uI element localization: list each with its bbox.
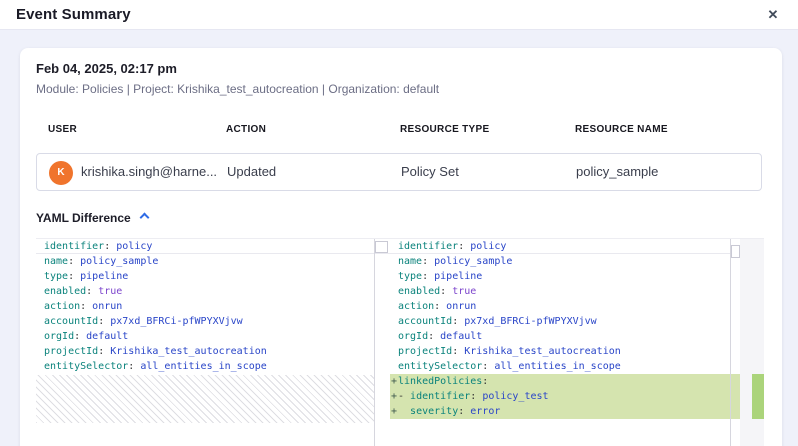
diff-line: entitySelector: all_entities_in_scope: [390, 359, 740, 374]
diff-pane-original[interactable]: identifier: policyname: policy_sampletyp…: [36, 239, 390, 446]
diff-line: projectId: Krishika_test_autocreation: [36, 344, 390, 359]
diff-line: projectId: Krishika_test_autocreation: [390, 344, 740, 359]
diff-line-added: +- identifier: policy_test: [390, 389, 740, 404]
diff-line: orgId: default: [390, 329, 740, 344]
yaml-difference-label: YAML Difference: [36, 211, 131, 225]
diff-line: enabled: true: [36, 284, 390, 299]
user-cell: krishika.singh@harne...: [81, 154, 217, 190]
diff-line: enabled: true: [390, 284, 740, 299]
diff-added-gutter-plus: +: [391, 404, 397, 419]
modal-header: Event Summary ✕: [0, 0, 798, 30]
column-header-resource-type: RESOURCE TYPE: [400, 124, 489, 135]
diff-line: accountId: px7xd_BFRCi-pfWPYXVjvw: [390, 314, 740, 329]
column-header-user: USER: [48, 124, 77, 135]
diff-line: entitySelector: all_entities_in_scope: [36, 359, 390, 374]
yaml-difference-toggle[interactable]: YAML Difference: [36, 211, 148, 225]
diff-pane-modified[interactable]: identifier: policyname: policy_sampletyp…: [390, 239, 740, 446]
diff-line: action: onrun: [36, 299, 390, 314]
diff-line: action: onrun: [390, 299, 740, 314]
diff-line: orgId: default: [36, 329, 390, 344]
avatar: K: [49, 161, 73, 185]
scrollbar-track: [730, 239, 731, 446]
diff-added-marker: [752, 374, 764, 419]
diff-line: identifier: policy: [36, 239, 390, 254]
yaml-diff-viewer: identifier: policyname: policy_sampletyp…: [36, 238, 764, 446]
diff-empty-hatch: [36, 375, 374, 423]
chevron-up-icon[interactable]: [139, 213, 149, 223]
action-cell: Updated: [227, 154, 276, 190]
scrollbar-thumb[interactable]: [731, 245, 740, 258]
column-header-action: ACTION: [226, 124, 266, 135]
column-header-resource-name: RESOURCE NAME: [575, 124, 668, 135]
diff-line: type: pipeline: [36, 269, 390, 284]
diff-added-gutter-plus: +: [391, 389, 397, 404]
close-icon: ✕: [768, 7, 779, 22]
close-button[interactable]: ✕: [760, 0, 786, 30]
diff-line: identifier: policy: [390, 239, 740, 254]
diff-line: accountId: px7xd_BFRCi-pfWPYXVjvw: [36, 314, 390, 329]
modal-title: Event Summary: [16, 0, 131, 30]
scrollbar-track: [374, 239, 375, 446]
diff-overview-ruler[interactable]: [740, 239, 764, 446]
table-row[interactable]: K krishika.singh@harne... Updated Policy…: [36, 153, 762, 191]
diff-line: name: policy_sample: [36, 254, 390, 269]
diff-line: type: pipeline: [390, 269, 740, 284]
event-card: Feb 04, 2025, 02:17 pm Module: Policies …: [20, 48, 782, 446]
scrollbar-thumb[interactable]: [375, 241, 388, 253]
diff-modified-lines: identifier: policyname: policy_sampletyp…: [390, 239, 740, 419]
resource-name-cell: policy_sample: [576, 154, 658, 190]
diff-line-added: +linkedPolicies:: [390, 374, 740, 389]
resource-type-cell: Policy Set: [401, 154, 459, 190]
event-meta: Module: Policies | Project: Krishika_tes…: [36, 82, 439, 96]
diff-original-lines: identifier: policyname: policy_sampletyp…: [36, 239, 390, 374]
diff-added-gutter-plus: +: [391, 374, 397, 389]
modal-body: Feb 04, 2025, 02:17 pm Module: Policies …: [0, 30, 798, 446]
event-timestamp: Feb 04, 2025, 02:17 pm: [36, 61, 177, 76]
diff-line: name: policy_sample: [390, 254, 740, 269]
diff-line-added: + severity: error: [390, 404, 740, 419]
